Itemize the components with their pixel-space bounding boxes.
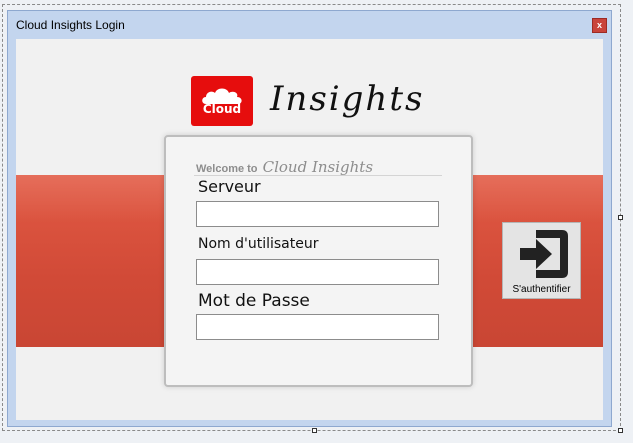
login-window: Cloud Insights Login x Cloud Insights We… bbox=[7, 10, 612, 427]
title-bar: Cloud Insights Login x bbox=[8, 11, 611, 39]
authenticate-label: S'authentifier bbox=[512, 284, 571, 295]
brand-title: Insights bbox=[270, 79, 425, 119]
sign-in-icon bbox=[520, 230, 568, 278]
password-input[interactable] bbox=[196, 314, 439, 340]
login-panel: Welcome to Cloud Insights Serveur Nom d'… bbox=[164, 135, 473, 387]
server-input[interactable] bbox=[196, 201, 439, 227]
cloud-logo-badge: Cloud bbox=[191, 76, 253, 126]
welcome-divider bbox=[194, 175, 442, 176]
server-label: Serveur bbox=[198, 177, 261, 196]
window-title: Cloud Insights Login bbox=[16, 18, 125, 32]
authenticate-button[interactable]: S'authentifier bbox=[502, 222, 581, 299]
welcome-prefix: Welcome to bbox=[196, 163, 258, 175]
close-button[interactable]: x bbox=[592, 18, 607, 33]
username-input[interactable] bbox=[196, 259, 439, 285]
resize-handle-bottom-center[interactable] bbox=[312, 428, 317, 433]
form-client-area: Cloud Insights Welcome to Cloud Insights… bbox=[16, 39, 603, 420]
resize-handle-bottom-right[interactable] bbox=[618, 428, 623, 433]
welcome-heading: Welcome to Cloud Insights bbox=[196, 157, 373, 176]
logo-badge-text: Cloud bbox=[202, 102, 242, 116]
password-label: Mot de Passe bbox=[198, 291, 310, 311]
username-label: Nom d'utilisateur bbox=[198, 236, 319, 252]
resize-handle-right-middle[interactable] bbox=[618, 215, 623, 220]
welcome-brand: Cloud Insights bbox=[262, 158, 374, 176]
